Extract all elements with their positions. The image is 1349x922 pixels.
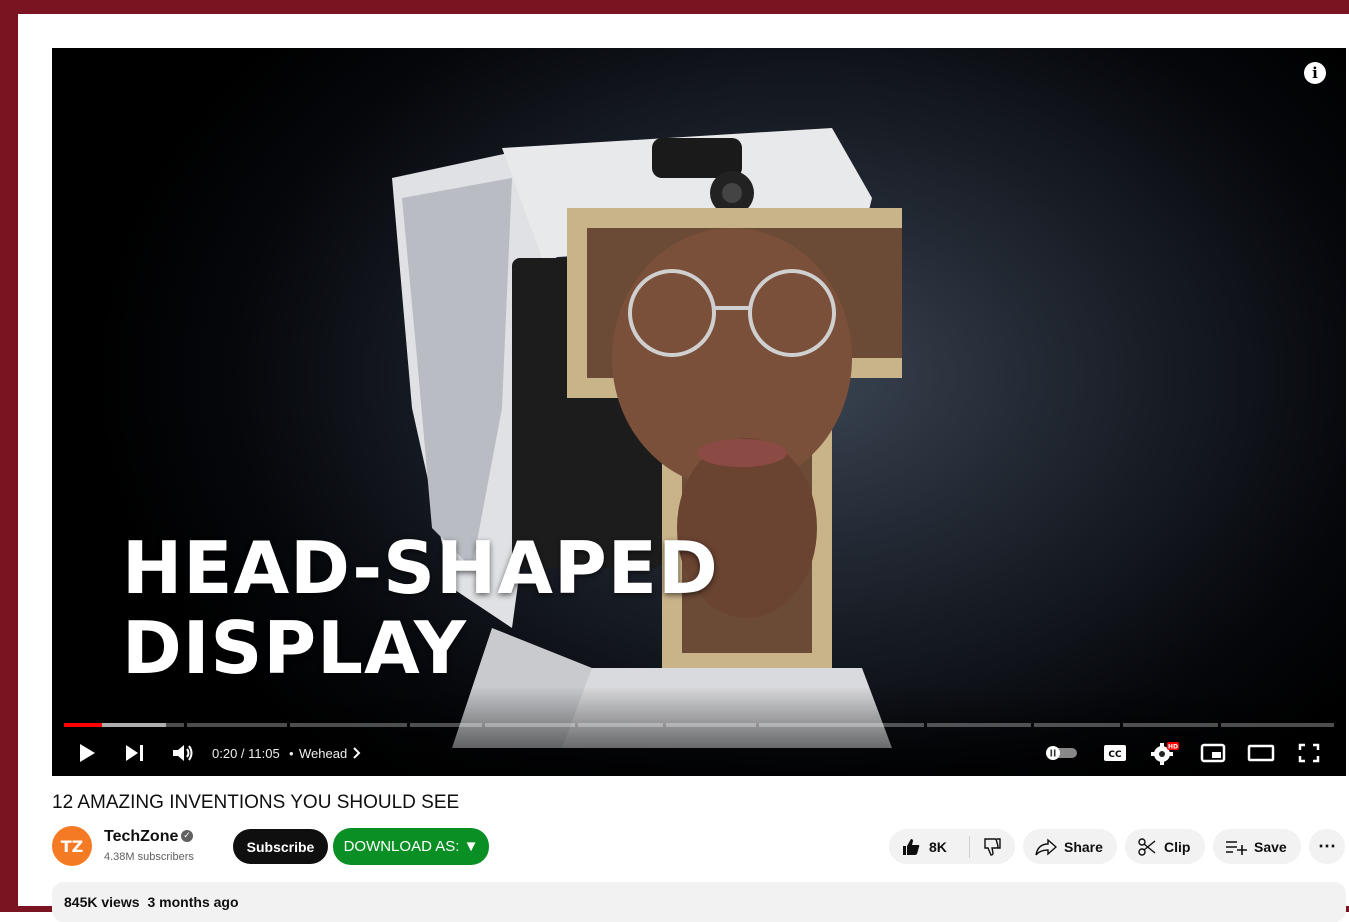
next-icon[interactable] bbox=[120, 738, 150, 768]
chapter-separator: • bbox=[289, 745, 294, 761]
add-to-playlist-icon bbox=[1226, 840, 1247, 855]
description-meta: 845K views 3 months ago bbox=[64, 894, 247, 910]
more-horizontal-icon: ⋯ bbox=[1318, 836, 1336, 856]
chapter-segment bbox=[1034, 723, 1120, 727]
save-button[interactable]: Save bbox=[1213, 829, 1301, 864]
overlay-line-1: HEAD-SHAPED bbox=[122, 526, 719, 610]
clip-button[interactable]: Clip bbox=[1125, 829, 1205, 864]
save-label: Save bbox=[1254, 838, 1287, 855]
thumbs-down-icon bbox=[984, 837, 1002, 856]
play-icon[interactable] bbox=[72, 738, 102, 768]
chapter-segment bbox=[578, 723, 663, 727]
chapter-segment bbox=[290, 723, 407, 727]
fullscreen-icon[interactable] bbox=[1292, 738, 1326, 768]
video-title: 12 AMAZING INVENTIONS YOU SHOULD SEE bbox=[52, 792, 460, 813]
channel-avatar[interactable]: TZ bbox=[52, 826, 92, 866]
like-dislike-group: 8K bbox=[889, 829, 1015, 864]
progress-bar[interactable] bbox=[64, 723, 1334, 727]
share-icon bbox=[1035, 837, 1057, 856]
scissors-icon bbox=[1138, 837, 1156, 856]
chapter-segment bbox=[759, 723, 924, 727]
video-player[interactable]: HEAD-SHAPED DISPLAY i 0:20 / 11:05 • Weh… bbox=[52, 48, 1346, 776]
chapter-segment bbox=[1123, 723, 1218, 727]
subscriber-count: 4.38M subscribers bbox=[104, 851, 194, 863]
chapter-segment bbox=[1221, 723, 1334, 727]
volume-icon[interactable] bbox=[168, 738, 198, 768]
thumbs-up-icon bbox=[903, 838, 920, 855]
player-controls: 0:20 / 11:05 • Wehead CC HD bbox=[52, 738, 1346, 768]
chapter-title[interactable]: Wehead bbox=[299, 738, 347, 768]
chapter-segment bbox=[410, 723, 482, 727]
subscribe-button[interactable]: Subscribe bbox=[233, 829, 328, 864]
share-label: Share bbox=[1064, 838, 1103, 855]
svg-text:HD: HD bbox=[1168, 744, 1178, 751]
share-button[interactable]: Share bbox=[1023, 829, 1117, 864]
more-actions-button[interactable]: ⋯ bbox=[1309, 829, 1345, 864]
chapter-segment bbox=[927, 723, 1031, 727]
like-button[interactable]: 8K bbox=[889, 829, 957, 864]
svg-text:CC: CC bbox=[1108, 750, 1122, 760]
info-icon[interactable]: i bbox=[1304, 62, 1326, 84]
view-count: 845K views bbox=[64, 894, 140, 910]
avatar-initials: TZ bbox=[60, 836, 84, 856]
theater-mode-icon[interactable] bbox=[1244, 738, 1278, 768]
frame-left-border bbox=[0, 0, 18, 912]
cc-icon[interactable]: CC bbox=[1100, 738, 1130, 768]
overlay-line-2: DISPLAY bbox=[122, 606, 468, 690]
verified-check-icon: ✓ bbox=[181, 830, 193, 842]
chapter-segment bbox=[187, 723, 287, 727]
chapter-segment bbox=[485, 723, 575, 727]
autoplay-toggle[interactable] bbox=[1044, 738, 1080, 768]
frame-top-border bbox=[0, 0, 1349, 14]
time-display: 0:20 / 11:05 bbox=[212, 745, 280, 761]
like-count: 8K bbox=[929, 838, 947, 855]
settings-gear-icon[interactable]: HD bbox=[1148, 738, 1182, 768]
progress-played bbox=[64, 723, 103, 727]
clip-label: Clip bbox=[1164, 838, 1191, 855]
download-as-button[interactable]: DOWNLOAD AS: ▼ bbox=[333, 828, 489, 865]
upload-age: 3 months ago bbox=[147, 894, 239, 910]
channel-name[interactable]: TechZone bbox=[104, 828, 178, 846]
video-overlay-caption: HEAD-SHAPED DISPLAY bbox=[122, 528, 719, 688]
chevron-right-icon[interactable] bbox=[350, 738, 364, 768]
chapter-segment bbox=[666, 723, 756, 727]
dislike-button[interactable] bbox=[970, 829, 1015, 864]
miniplayer-icon[interactable] bbox=[1196, 738, 1230, 768]
